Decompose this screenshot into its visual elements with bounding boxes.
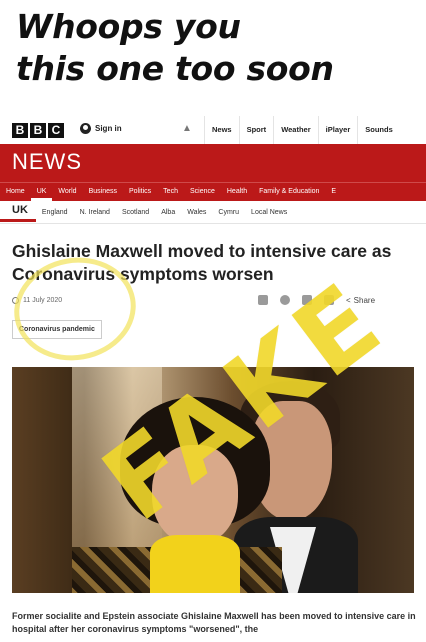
top-nav: News Sport Weather iPlayer Sounds bbox=[204, 116, 400, 144]
subnav-scotland[interactable]: Scotland bbox=[116, 209, 155, 216]
bbc-logo[interactable]: B B C bbox=[12, 123, 64, 138]
section-science[interactable]: Science bbox=[184, 183, 221, 201]
section-politics[interactable]: Politics bbox=[123, 183, 157, 201]
logo-letter: B bbox=[30, 123, 46, 138]
subnav-n-ireland[interactable]: N. Ireland bbox=[74, 209, 116, 216]
subnav-cymru[interactable]: Cymru bbox=[212, 209, 245, 216]
subnav-current[interactable]: UK bbox=[0, 202, 36, 222]
logo-letter: C bbox=[48, 123, 64, 138]
bbc-top-bar: B B C Sign in ▲ News Sport Weather iPlay… bbox=[0, 116, 426, 145]
section-uk[interactable]: UK bbox=[30, 183, 53, 201]
section-business[interactable]: Business bbox=[83, 183, 123, 201]
caption-line-2: this one too soon bbox=[10, 50, 340, 88]
topnav-sport[interactable]: Sport bbox=[238, 116, 274, 144]
section-nav: Home UK World Business Politics Tech Sci… bbox=[0, 182, 426, 201]
section-more[interactable]: E bbox=[325, 183, 342, 201]
topnav-news[interactable]: News bbox=[204, 116, 239, 144]
subnav-alba[interactable]: Alba bbox=[155, 209, 181, 216]
sign-in-label: Sign in bbox=[95, 124, 122, 133]
photo-woman-turtleneck bbox=[150, 535, 240, 593]
section-world[interactable]: World bbox=[52, 183, 82, 201]
caption-area: Whoops you published this one too soon bbox=[0, 0, 426, 96]
topnav-iplayer[interactable]: iPlayer bbox=[317, 116, 358, 144]
news-title[interactable]: NEWS bbox=[12, 149, 82, 175]
topnav-weather[interactable]: Weather bbox=[273, 116, 317, 144]
news-banner: NEWS bbox=[0, 144, 426, 182]
logo-letter: B bbox=[12, 123, 28, 138]
section-home[interactable]: Home bbox=[0, 183, 31, 201]
sign-in-link[interactable]: Sign in bbox=[80, 123, 122, 134]
section-family-education[interactable]: Family & Education bbox=[253, 183, 325, 201]
section-health[interactable]: Health bbox=[221, 183, 253, 201]
bell-icon[interactable]: ▲ bbox=[182, 124, 192, 134]
article-lead-paragraph: Former socialite and Epstein associate G… bbox=[12, 611, 416, 634]
subnav-wales[interactable]: Wales bbox=[181, 209, 212, 216]
facebook-icon[interactable] bbox=[258, 295, 268, 305]
section-tech[interactable]: Tech bbox=[157, 183, 184, 201]
sub-nav: UK England N. Ireland Scotland Alba Wale… bbox=[0, 201, 426, 224]
subnav-local-news[interactable]: Local News bbox=[245, 209, 293, 216]
topnav-sounds[interactable]: Sounds bbox=[357, 116, 400, 144]
subnav-england[interactable]: England bbox=[36, 209, 74, 216]
user-icon bbox=[80, 123, 91, 134]
